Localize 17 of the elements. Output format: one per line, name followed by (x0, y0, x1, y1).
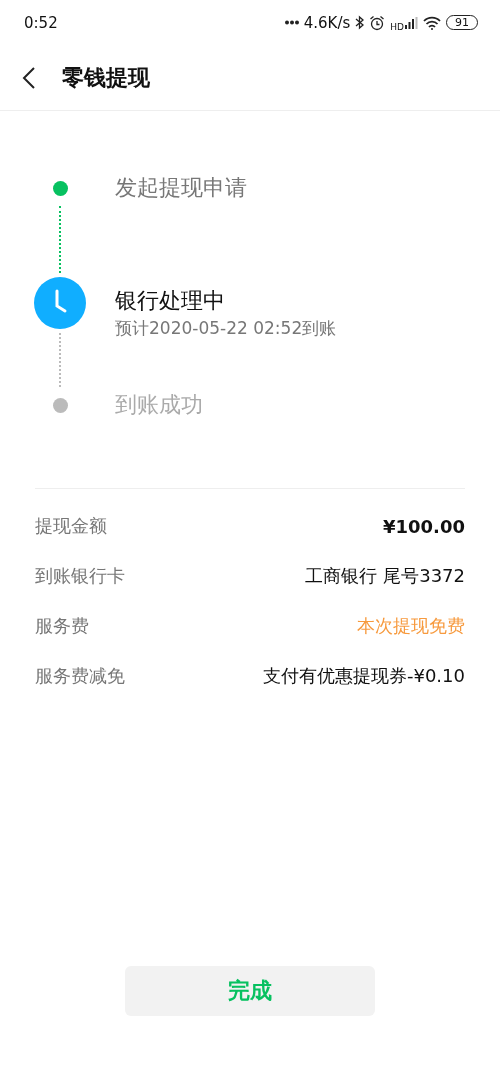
clock-time: 0:52 (24, 13, 58, 32)
step-title: 到账成功 (115, 391, 203, 419)
detail-value: 本次提现免费 (357, 614, 465, 638)
detail-label: 到账银行卡 (35, 564, 125, 588)
detail-value: 支付有优惠提现券-¥0.10 (262, 664, 465, 688)
step-title: 银行处理中 (115, 287, 226, 315)
detail-value: 工商银行 尾号3372 (305, 564, 465, 588)
detail-label: 提现金额 (35, 514, 107, 538)
detail-label: 服务费减免 (35, 664, 125, 688)
network-speed: 4.6K/s (303, 13, 351, 32)
hd-label: HD (390, 23, 404, 32)
detail-label: 服务费 (35, 614, 89, 638)
page-title: 零钱提现 (62, 63, 150, 92)
step-subtitle: 预计2020-05-22 02:52到账 (115, 317, 337, 340)
step-title: 发起提现申请 (115, 174, 247, 202)
detail-value: ¥100.00 (383, 515, 465, 537)
done-button[interactable]: 完成 (125, 966, 375, 1016)
